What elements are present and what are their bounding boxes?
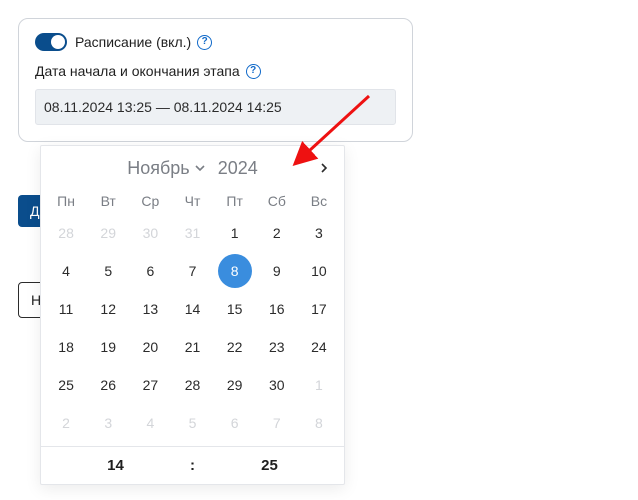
calendar-day[interactable]: 30 — [256, 366, 298, 404]
calendar-day: 4 — [129, 404, 171, 442]
calendar-dow: Ср — [129, 188, 171, 214]
calendar-day[interactable]: 27 — [129, 366, 171, 404]
calendar-day[interactable]: 12 — [87, 290, 129, 328]
calendar-day[interactable]: 9 — [256, 252, 298, 290]
calendar-title: Ноябрь 2024 — [127, 158, 258, 179]
schedule-label: Расписание (вкл.) ? — [75, 34, 212, 50]
schedule-toggle[interactable] — [35, 33, 67, 51]
calendar-day[interactable]: 11 — [45, 290, 87, 328]
calendar-day[interactable]: 4 — [45, 252, 87, 290]
calendar-day[interactable]: 13 — [129, 290, 171, 328]
calendar-day[interactable]: 20 — [129, 328, 171, 366]
calendar-dow: Сб — [256, 188, 298, 214]
help-icon[interactable]: ? — [197, 35, 212, 50]
calendar-day: 3 — [87, 404, 129, 442]
calendar-day[interactable]: 2 — [256, 214, 298, 252]
next-month-button[interactable] — [312, 156, 336, 180]
calendar-day[interactable]: 10 — [298, 252, 340, 290]
chevron-right-icon — [318, 162, 330, 174]
calendar-day: 1 — [298, 366, 340, 404]
calendar-day: 29 — [87, 214, 129, 252]
calendar-day[interactable]: 19 — [87, 328, 129, 366]
calendar-day[interactable]: 7 — [171, 252, 213, 290]
calendar-day[interactable]: 25 — [45, 366, 87, 404]
calendar-day[interactable]: 5 — [87, 252, 129, 290]
help-icon[interactable]: ? — [246, 64, 261, 79]
calendar-day: 5 — [171, 404, 213, 442]
date-range-value: 08.11.2024 13:25 — 08.11.2024 14:25 — [44, 99, 282, 115]
calendar-day[interactable]: 18 — [45, 328, 87, 366]
calendar-day: 8 — [298, 404, 340, 442]
schedule-toggle-text: Расписание (вкл.) — [75, 34, 191, 50]
calendar-day[interactable]: 1 — [214, 214, 256, 252]
calendar-day[interactable]: 17 — [298, 290, 340, 328]
year-select[interactable]: 2024 — [218, 158, 258, 179]
calendar-day[interactable]: 16 — [256, 290, 298, 328]
calendar-day[interactable]: 8 — [214, 252, 256, 290]
calendar-grid: ПнВтСрЧтПтСбВс28293031123456789101112131… — [41, 188, 344, 442]
calendar-day[interactable]: 15 — [214, 290, 256, 328]
calendar-day[interactable]: 29 — [214, 366, 256, 404]
schedule-card: Расписание (вкл.) ? Дата начала и оконча… — [18, 18, 413, 142]
primary-button-label: Д — [30, 203, 39, 219]
calendar-dow: Вт — [87, 188, 129, 214]
calendar-dow: Чт — [171, 188, 213, 214]
calendar-day: 31 — [171, 214, 213, 252]
month-select[interactable]: Ноябрь — [127, 158, 207, 179]
calendar-day: 28 — [45, 214, 87, 252]
calendar-day[interactable]: 23 — [256, 328, 298, 366]
month-label: Ноябрь — [127, 158, 189, 179]
calendar-day[interactable]: 24 — [298, 328, 340, 366]
calendar-day[interactable]: 28 — [171, 366, 213, 404]
calendar-day[interactable]: 21 — [171, 328, 213, 366]
calendar-day: 6 — [214, 404, 256, 442]
calendar-day: 30 — [129, 214, 171, 252]
calendar-day: 7 — [256, 404, 298, 442]
time-minute[interactable]: 25 — [195, 457, 344, 474]
calendar-day[interactable]: 3 — [298, 214, 340, 252]
calendar-dow: Пн — [45, 188, 87, 214]
range-label: Дата начала и окончания этапа ? — [35, 63, 396, 79]
time-hour[interactable]: 14 — [41, 457, 190, 474]
calendar-popover: Ноябрь 2024 ПнВтСрЧтПтСбВс28293031123456… — [40, 145, 345, 485]
calendar-day[interactable]: 26 — [87, 366, 129, 404]
chevron-down-icon — [194, 162, 206, 174]
range-label-text: Дата начала и окончания этапа — [35, 63, 240, 79]
calendar-day[interactable]: 14 — [171, 290, 213, 328]
calendar-day: 2 — [45, 404, 87, 442]
calendar-day[interactable]: 6 — [129, 252, 171, 290]
date-range-input[interactable]: 08.11.2024 13:25 — 08.11.2024 14:25 — [35, 89, 396, 125]
time-selector: 14 : 25 — [41, 446, 344, 474]
calendar-day[interactable]: 22 — [214, 328, 256, 366]
calendar-dow: Пт — [214, 188, 256, 214]
calendar-dow: Вс — [298, 188, 340, 214]
